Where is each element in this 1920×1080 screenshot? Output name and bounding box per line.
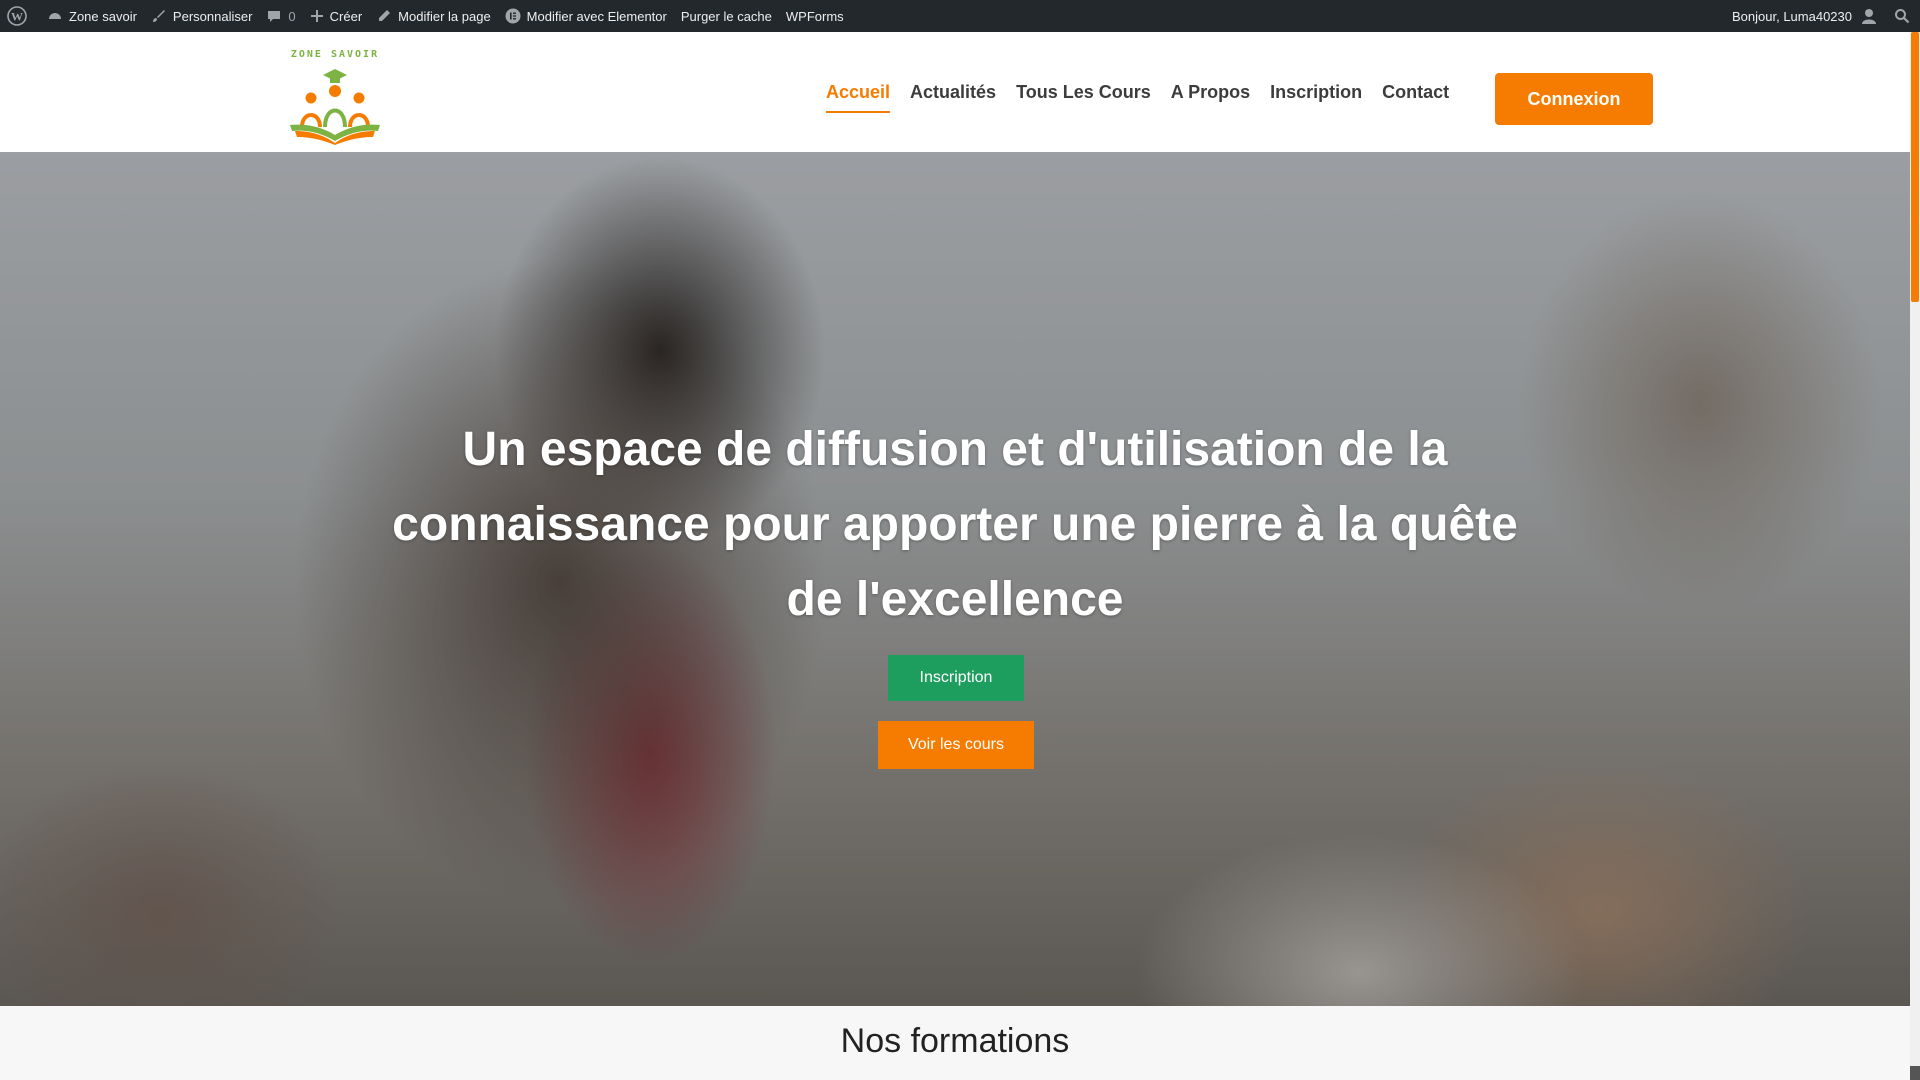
admin-bar-search[interactable]: [1886, 0, 1920, 32]
wp-admin-bar: W Zone savoir Personnaliser 0 Créer Modi…: [0, 0, 1920, 32]
admin-bar-customize[interactable]: Personnaliser: [144, 0, 260, 32]
elementor-icon: [505, 8, 521, 24]
comment-count: 0: [288, 8, 296, 24]
section-title: Nos formations: [840, 1022, 1070, 1060]
logo-text: ZONE SAVOIR: [290, 49, 380, 60]
admin-bar-purge-label: Purger le cache: [680, 8, 772, 24]
brush-icon: [152, 10, 165, 22]
nav-item-inscription[interactable]: Inscription: [1270, 76, 1362, 109]
hero-inscription-button[interactable]: Inscription: [888, 655, 1024, 701]
admin-bar-edit-label: Modifier la page: [398, 8, 491, 24]
hero-title: Un espace de diffusion et d'utilisation …: [392, 423, 1518, 626]
pencil-icon: [379, 10, 391, 21]
user-avatar-icon: [1862, 9, 1876, 24]
main-navigation: Accueil Actualités Tous Les Cours A Prop…: [826, 32, 1469, 152]
nav-item-actualites[interactable]: Actualités: [910, 76, 996, 109]
admin-bar-new[interactable]: Créer: [303, 0, 370, 32]
svg-text:W: W: [11, 10, 23, 24]
logo-graphic-icon: [290, 69, 380, 145]
admin-bar-customize-label: Personnaliser: [172, 8, 253, 24]
site-header: ZONE SAVOIR Accueil Actualités Tous Les …: [0, 32, 1910, 152]
scrollbar-thumb[interactable]: [1911, 32, 1919, 302]
admin-bar-new-label: Créer: [329, 8, 363, 24]
wordpress-logo-icon[interactable]: W: [0, 0, 40, 32]
admin-bar-elementor[interactable]: Modifier avec Elementor: [498, 0, 674, 32]
hero-section: Un espace de diffusion et d'utilisation …: [0, 152, 1910, 1006]
admin-bar-site-label: Zone savoir: [69, 8, 137, 24]
hero-voir-les-cours-button[interactable]: Voir les cours: [878, 721, 1034, 769]
search-icon: [1895, 9, 1910, 24]
site-logo[interactable]: ZONE SAVOIR: [285, 49, 385, 145]
plus-icon: [310, 10, 323, 22]
admin-bar-account[interactable]: Bonjour, Luma40230: [1724, 0, 1886, 32]
admin-bar-elementor-label: Modifier avec Elementor: [526, 8, 667, 24]
scrollbar-down-arrow[interactable]: [1910, 1066, 1920, 1080]
nav-item-contact[interactable]: Contact: [1382, 76, 1449, 109]
formations-section: Nos formations: [0, 1006, 1910, 1080]
admin-bar-wpforms-label: WPForms: [785, 8, 844, 24]
nav-item-a-propos[interactable]: A Propos: [1171, 76, 1250, 109]
nav-item-accueil[interactable]: Accueil: [826, 76, 891, 113]
page-scrollbar[interactable]: [1910, 32, 1920, 1080]
nav-item-tous-les-cours[interactable]: Tous Les Cours: [1016, 76, 1151, 109]
admin-bar-wpforms[interactable]: WPForms: [779, 0, 851, 32]
login-button[interactable]: Connexion: [1495, 73, 1653, 125]
comment-icon: [268, 11, 281, 22]
dashboard-icon: [49, 13, 61, 19]
admin-bar-purge-cache[interactable]: Purger le cache: [674, 0, 779, 32]
admin-bar-comments[interactable]: 0: [259, 0, 302, 32]
admin-bar-edit-page[interactable]: Modifier la page: [369, 0, 498, 32]
admin-bar-greeting: Bonjour, Luma40230: [1732, 8, 1852, 24]
admin-bar-site-link[interactable]: Zone savoir: [40, 0, 144, 32]
